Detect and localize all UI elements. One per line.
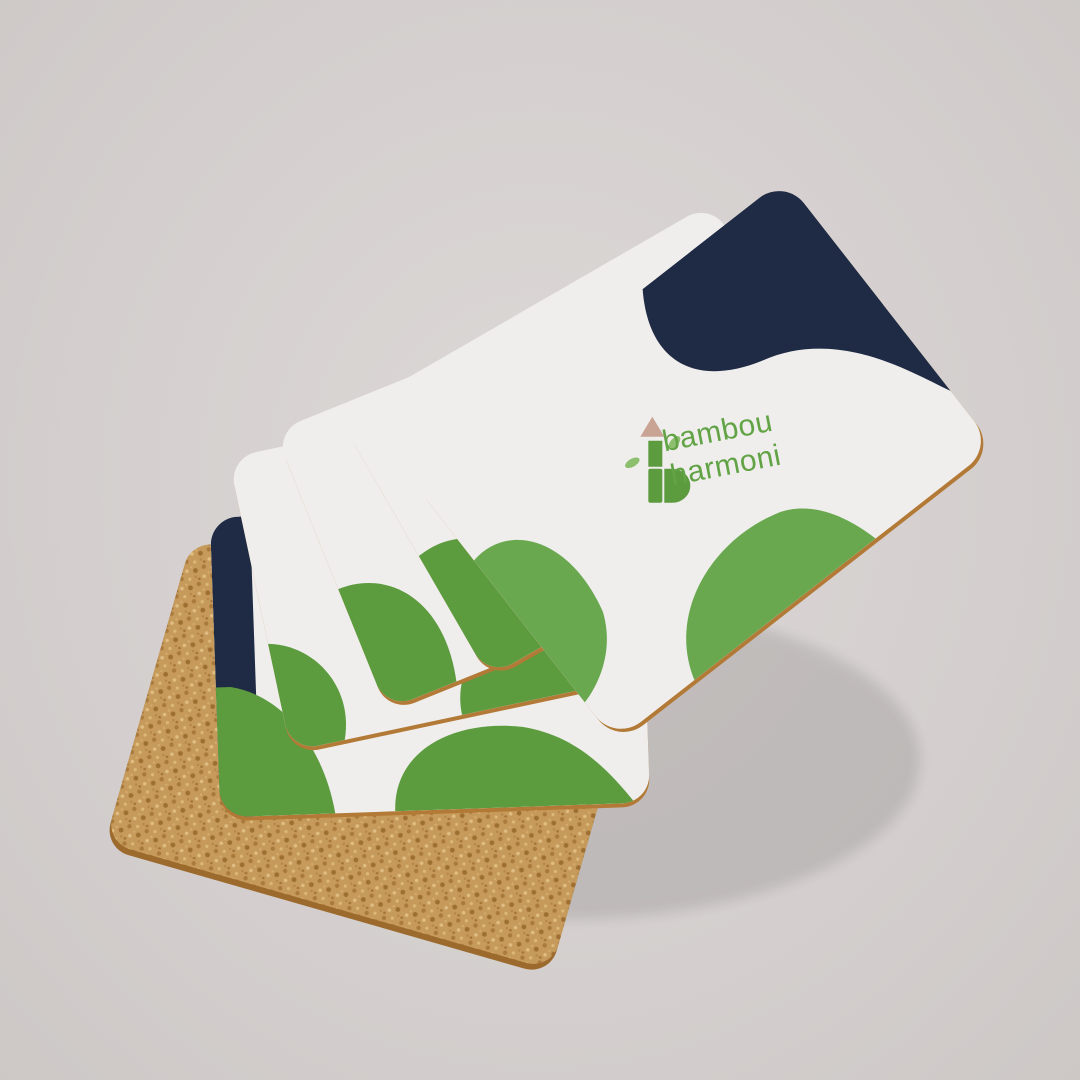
- coaster-stack-illustration: [109, 178, 984, 970]
- product-mockup-scene: bambou harmoni: [0, 0, 1080, 1080]
